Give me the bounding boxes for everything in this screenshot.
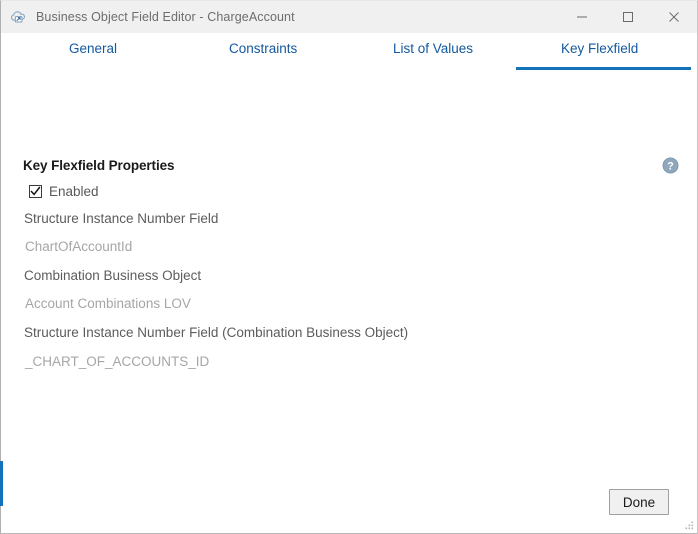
field-label-structure-instance-number-combination: Structure Instance Number Field (Combina… <box>24 325 408 340</box>
help-circle-icon[interactable]: ? <box>662 157 679 174</box>
active-tab-indicator <box>516 67 691 70</box>
resize-grip-icon[interactable] <box>681 518 695 532</box>
cloud-object-icon <box>9 7 29 27</box>
close-icon <box>668 11 680 23</box>
enabled-label: Enabled <box>49 184 99 199</box>
tab-strip: General Constraints List of Values Key F… <box>1 33 697 74</box>
footer-bar: Done <box>1 489 697 533</box>
done-button[interactable]: Done <box>609 489 669 515</box>
tab-key-flexfield[interactable]: Key Flexfield <box>561 41 638 58</box>
field-value-structure-instance-number[interactable]: ChartOfAccountId <box>25 239 132 254</box>
maximize-button[interactable] <box>605 1 651 32</box>
svg-text:?: ? <box>667 160 673 172</box>
editor-window: Business Object Field Editor - ChargeAcc… <box>0 0 698 534</box>
enabled-checkbox-row[interactable]: Enabled <box>29 184 99 199</box>
window-title: Business Object Field Editor - ChargeAcc… <box>36 9 295 24</box>
tab-list-of-values[interactable]: List of Values <box>393 41 473 58</box>
window-controls <box>559 1 697 32</box>
field-value-structure-instance-number-combination[interactable]: _CHART_OF_ACCOUNTS_ID <box>25 354 209 369</box>
maximize-icon <box>622 11 634 23</box>
title-bar: Business Object Field Editor - ChargeAcc… <box>1 1 697 33</box>
checkmark-icon <box>30 186 41 197</box>
field-value-combination-business-object[interactable]: Account Combinations LOV <box>25 296 191 311</box>
field-label-structure-instance-number: Structure Instance Number Field <box>24 211 218 226</box>
tab-general[interactable]: General <box>69 41 117 58</box>
tab-panel-key-flexfield: ? Key Flexfield Properties Enabled Struc… <box>1 74 697 489</box>
close-button[interactable] <box>651 1 697 32</box>
enabled-checkbox[interactable] <box>29 185 42 198</box>
minimize-icon <box>576 11 588 23</box>
field-label-combination-business-object: Combination Business Object <box>24 268 201 283</box>
minimize-button[interactable] <box>559 1 605 32</box>
tab-constraints[interactable]: Constraints <box>229 41 297 58</box>
section-title: Key Flexfield Properties <box>23 158 174 173</box>
